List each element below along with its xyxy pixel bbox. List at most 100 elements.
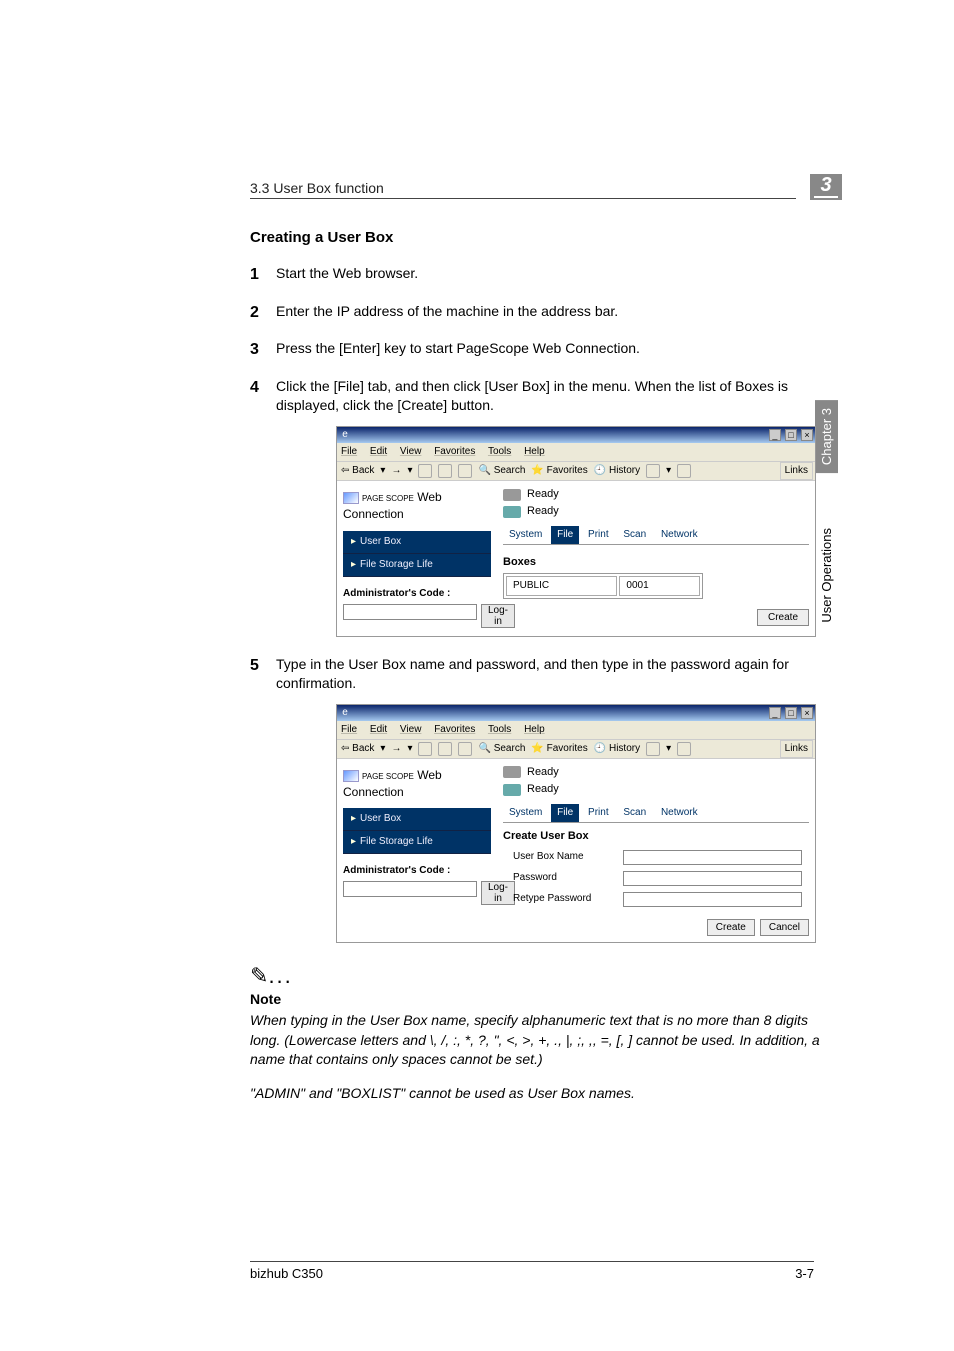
menu-file[interactable]: File [341, 446, 357, 457]
step-1: 1 Start the Web browser. [250, 264, 824, 284]
printer-status: Ready [503, 487, 809, 502]
step-text-4: Click the [File] tab, and then click [Us… [276, 378, 788, 414]
links-label[interactable]: Links [780, 740, 813, 758]
history-button[interactable]: 🕘 History [594, 742, 640, 756]
menu-help[interactable]: Help [524, 446, 545, 457]
chapter-badge: 3 [810, 174, 842, 200]
ie-toolbar: ⇦ Back▾ →▾ 🔍 Search ⭐ Favorites 🕘 Histor… [337, 462, 815, 481]
tab-network[interactable]: Network [655, 526, 704, 544]
favorites-button[interactable]: ⭐ Favorites [531, 464, 587, 478]
ie-icon: e [338, 428, 352, 442]
menu-help[interactable]: Help [524, 724, 545, 735]
close-icon[interactable]: × [801, 429, 813, 441]
sidebar-item-userbox[interactable]: ▸User Box [343, 808, 491, 831]
note-body-2: "ADMIN" and "BOXLIST" cannot be used as … [250, 1084, 824, 1104]
maximize-icon[interactable]: □ [785, 707, 797, 719]
forward-button[interactable]: → [391, 742, 401, 756]
note-body-1: When typing in the User Box name, specif… [250, 1011, 824, 1070]
step-text-2: Enter the IP address of the machine in t… [276, 303, 618, 319]
menu-favorites[interactable]: Favorites [434, 446, 475, 457]
input-userbox-name[interactable] [623, 850, 802, 865]
tabs: System File Print Scan Network [503, 526, 809, 545]
screenshot-boxes-list: e _ □ × File Edit View Favorites Tools H… [336, 426, 816, 637]
side-nav: ▸User Box ▸File Storage Life [343, 808, 491, 854]
step-4: 4 Click the [File] tab, and then click [… [250, 377, 824, 637]
printer-icon [503, 766, 521, 778]
sidebar-item-userbox[interactable]: ▸User Box [343, 531, 491, 554]
menu-edit[interactable]: Edit [370, 724, 387, 735]
stop-icon[interactable] [418, 464, 432, 478]
mail-icon[interactable] [646, 464, 660, 478]
ie-icon: e [338, 706, 352, 720]
tab-print[interactable]: Print [582, 804, 615, 822]
step-num-5: 5 [250, 655, 259, 677]
label-retype: Retype Password [503, 892, 623, 906]
create-button[interactable]: Create [757, 609, 809, 626]
window-controls: _ □ × [768, 428, 813, 443]
refresh-icon[interactable] [438, 742, 452, 756]
mail-icon[interactable] [646, 742, 660, 756]
window-controls-2: _ □ × [768, 706, 813, 721]
step-text-3: Press the [Enter] key to start PageScope… [276, 340, 640, 356]
home-icon[interactable] [458, 464, 472, 478]
table-row: PUBLIC0001 [506, 576, 700, 596]
tab-scan[interactable]: Scan [617, 804, 652, 822]
stop-icon[interactable] [418, 742, 432, 756]
forward-button[interactable]: → [391, 464, 401, 478]
chapter-number: 3 [820, 174, 831, 196]
minimize-icon[interactable]: _ [769, 707, 781, 719]
admin-code-input[interactable] [343, 604, 477, 620]
print-icon[interactable] [677, 464, 691, 478]
print-icon[interactable] [677, 742, 691, 756]
brand: PAGE SCOPE Web Connection [343, 489, 491, 523]
back-button[interactable]: ⇦ Back [341, 742, 374, 756]
menu-tools[interactable]: Tools [488, 724, 511, 735]
maximize-icon[interactable]: □ [785, 429, 797, 441]
input-retype[interactable] [623, 892, 802, 907]
step-num-1: 1 [250, 264, 259, 286]
scanner-icon [503, 506, 521, 518]
label-userbox-name: User Box Name [503, 850, 623, 864]
create-submit-button[interactable]: Create [707, 919, 755, 936]
close-icon[interactable]: × [801, 707, 813, 719]
field-userbox-name: User Box Name [503, 850, 809, 865]
field-password: Password [503, 871, 809, 886]
favorites-button[interactable]: ⭐ Favorites [531, 742, 587, 756]
home-icon[interactable] [458, 742, 472, 756]
search-button[interactable]: 🔍 Search [478, 742, 525, 756]
page-footer: bizhub C350 3-7 [250, 1261, 814, 1281]
cancel-button[interactable]: Cancel [760, 919, 809, 936]
history-button[interactable]: 🕘 History [594, 464, 640, 478]
menu-file[interactable]: File [341, 724, 357, 735]
label-password: Password [503, 871, 623, 885]
menu-view[interactable]: View [400, 446, 422, 457]
search-button[interactable]: 🔍 Search [478, 464, 525, 478]
ie-menubar-2: File Edit View Favorites Tools Help [337, 721, 815, 740]
ie-menubar: File Edit View Favorites Tools Help [337, 443, 815, 462]
brand: PAGE SCOPE Web Connection [343, 767, 491, 801]
tabs: System File Print Scan Network [503, 804, 809, 823]
input-password[interactable] [623, 871, 802, 886]
menu-tools[interactable]: Tools [488, 446, 511, 457]
admin-code-input[interactable] [343, 881, 477, 897]
sidebar-item-storage[interactable]: ▸File Storage Life [343, 554, 491, 577]
menu-edit[interactable]: Edit [370, 446, 387, 457]
tab-system[interactable]: System [503, 804, 548, 822]
tab-network[interactable]: Network [655, 804, 704, 822]
menu-view[interactable]: View [400, 724, 422, 735]
minimize-icon[interactable]: _ [769, 429, 781, 441]
tab-file[interactable]: File [551, 526, 579, 544]
tab-system[interactable]: System [503, 526, 548, 544]
links-label[interactable]: Links [780, 462, 813, 480]
menu-favorites[interactable]: Favorites [434, 724, 475, 735]
tab-print[interactable]: Print [582, 526, 615, 544]
note-heading: Note [250, 991, 824, 1007]
box-name-cell[interactable]: PUBLIC [506, 576, 617, 596]
refresh-icon[interactable] [438, 464, 452, 478]
tab-scan[interactable]: Scan [617, 526, 652, 544]
tab-file[interactable]: File [551, 804, 579, 822]
printer-status: Ready [503, 765, 809, 780]
sidebar-item-storage[interactable]: ▸File Storage Life [343, 831, 491, 854]
back-button[interactable]: ⇦ Back [341, 464, 374, 478]
step-num-2: 2 [250, 302, 259, 324]
